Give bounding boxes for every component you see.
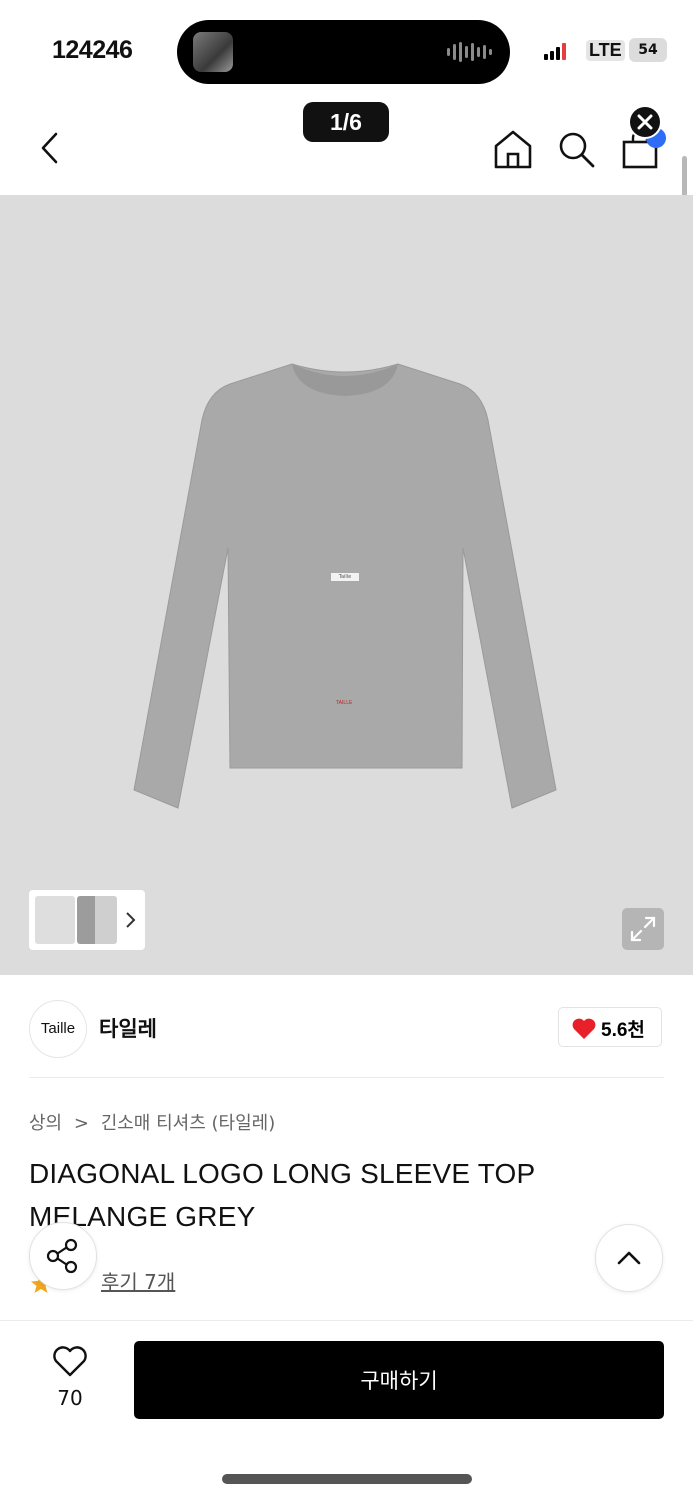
chevron-left-icon (41, 132, 58, 164)
chest-logo: TAILLE (336, 700, 353, 706)
breadcrumb-sub[interactable]: 긴소매 티셔츠 (타일레) (101, 1113, 276, 1134)
heart-filled-icon (572, 1018, 596, 1039)
share-button[interactable] (29, 1222, 97, 1290)
review-link[interactable]: 후기 7개 (101, 1266, 175, 1295)
search-icon (559, 132, 595, 168)
bottom-bar-divider (0, 1320, 693, 1321)
neck-tag: Taille (331, 573, 359, 581)
wishlist-button[interactable] (52, 1346, 88, 1381)
home-indicator[interactable] (222, 1474, 472, 1484)
home-icon (494, 130, 532, 169)
network-type: LTE (586, 40, 625, 61)
back-button[interactable] (38, 130, 62, 169)
scroll-to-top-button[interactable] (595, 1224, 663, 1292)
share-icon (46, 1238, 78, 1274)
brand-like-count: 5.6천 (601, 1020, 645, 1041)
now-playing-thumbnail (193, 32, 233, 72)
home-button[interactable] (493, 128, 533, 173)
status-time: 124246 (52, 36, 133, 64)
heart-outline-icon (53, 1346, 87, 1377)
product-image-carousel[interactable]: Taille TAILLE (0, 195, 693, 975)
brand-logo[interactable]: Taille (29, 1000, 87, 1058)
audio-waveform-icon (447, 42, 492, 62)
thumbnail-back[interactable] (77, 896, 117, 944)
divider (29, 1077, 664, 1078)
close-icon (637, 114, 653, 130)
search-button[interactable] (557, 130, 597, 173)
chevron-up-icon (617, 1251, 641, 1265)
breadcrumb-root[interactable]: 상의 (29, 1113, 62, 1134)
wishlist-count: 70 (57, 1386, 83, 1410)
breadcrumb: 상의 > 긴소매 티셔츠 (타일레) (29, 1109, 275, 1135)
image-thumbnail-strip[interactable] (29, 890, 145, 950)
expand-image-button[interactable] (622, 908, 664, 950)
brand-name[interactable]: 타일레 (99, 1013, 157, 1043)
dynamic-island[interactable] (177, 20, 510, 84)
brand-like-button[interactable]: 5.6천 (558, 1007, 662, 1047)
image-page-indicator: 1/6 (303, 102, 389, 142)
expand-icon (630, 916, 656, 942)
battery-indicator: 54 (629, 38, 667, 62)
chevron-right-icon (126, 912, 136, 928)
buy-button[interactable]: 구매하기 (134, 1341, 664, 1419)
breadcrumb-separator-icon: > (73, 1113, 89, 1134)
close-button[interactable] (628, 105, 662, 139)
product-title: DIAGONAL LOGO LONG SLEEVE TOP MELANGE GR… (29, 1158, 535, 1232)
product-image (133, 363, 557, 809)
thumbnail-front[interactable] (35, 896, 75, 944)
cellular-signal-icon (544, 42, 566, 60)
